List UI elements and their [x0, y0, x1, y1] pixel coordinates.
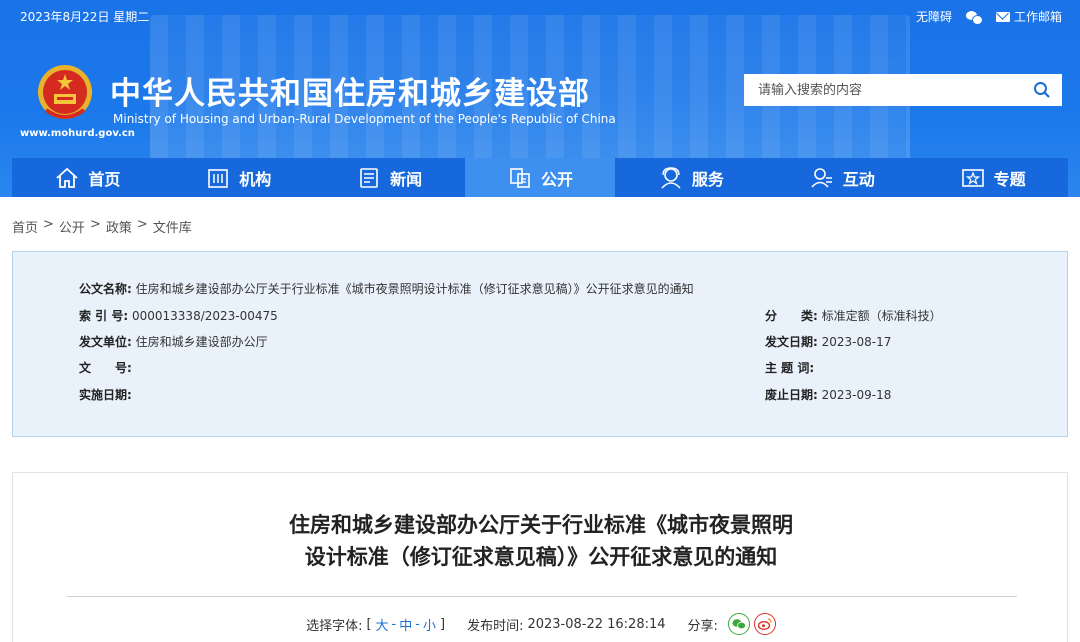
font-size-separator-1: -	[391, 616, 397, 632]
article-divider	[67, 596, 1017, 597]
search-icon	[1034, 82, 1050, 98]
breadcrumb: 首页 > 公开 > 政策 > 文件库	[12, 217, 192, 236]
search-button[interactable]	[1022, 74, 1062, 106]
service-icon	[661, 166, 681, 189]
publish-time-label: 发布时间:	[467, 618, 524, 634]
nav-item-topic[interactable]: 专题	[917, 158, 1068, 197]
info-doc-number: 文 号:	[79, 359, 132, 376]
nav-label-topic: 专题	[993, 169, 1026, 189]
site-url: www.mohurd.gov.cn	[20, 128, 135, 139]
wechat-share-icon	[732, 619, 746, 630]
article-title: 住房和城乡建设部办公厅关于行业标准《城市夜景照明 设计标准（修订征求意见稿）》公…	[13, 509, 1069, 573]
issue-date-label: 发文日期:	[765, 335, 818, 349]
nav-item-news[interactable]: 新闻	[314, 158, 465, 197]
keywords-label: 主 题 词:	[765, 361, 815, 375]
doc-name-label: 公文名称:	[79, 282, 132, 296]
issuer-label: 发文单位:	[79, 335, 132, 349]
site-subtitle-english: Ministry of Housing and Urban-Rural Deve…	[113, 112, 616, 126]
nav-label-home: 首页	[88, 169, 121, 189]
issuer-value: 住房和城乡建设部办公厅	[135, 335, 268, 349]
nav-label-service: 服务	[691, 169, 724, 189]
article-meta: 选择字体: [ 大 - 中 - 小 ] 发布时间: 2023-08-22 16:…	[13, 613, 1069, 635]
home-icon	[56, 167, 79, 188]
breadcrumb-file-library[interactable]: 文件库	[153, 217, 192, 236]
nav-item-public[interactable]: 公开	[464, 158, 616, 197]
article-title-line2: 设计标准（修订征求意见稿）》公开征求意见的通知	[304, 545, 778, 569]
category-value: 标准定额（标准科技）	[821, 309, 942, 323]
expire-date-label: 废止日期:	[765, 388, 818, 402]
nav-label-public: 公开	[541, 169, 574, 189]
nav-item-service[interactable]: 服务	[615, 158, 766, 197]
nav-label-organization: 机构	[239, 169, 272, 189]
info-effective-date: 实施日期:	[79, 386, 132, 403]
info-expire-date: 废止日期: 2023-09-18	[765, 386, 891, 403]
national-emblem-logo	[38, 65, 92, 119]
issue-date-value: 2023-08-17	[821, 335, 892, 349]
share-wechat-button[interactable]	[727, 613, 750, 635]
font-size-separator-2: -	[415, 616, 420, 632]
weibo-share-icon	[757, 618, 772, 630]
font-size-small-button[interactable]: 小	[423, 615, 436, 634]
share-weibo-button[interactable]	[753, 613, 776, 635]
topic-icon	[961, 168, 984, 187]
effective-date-label: 实施日期:	[79, 388, 132, 402]
accessibility-label: 无障碍	[915, 10, 952, 24]
expire-date-value: 2023-09-18	[821, 388, 892, 402]
article-card: 住房和城乡建设部办公厅关于行业标准《城市夜景照明 设计标准（修订征求意见稿）》公…	[12, 472, 1068, 642]
font-size-open-bracket: [	[366, 616, 372, 632]
share-label: 分享:	[687, 618, 718, 634]
work-email-label: 工作邮箱	[1013, 10, 1062, 24]
accessibility-link[interactable]: 无障碍	[916, 8, 952, 25]
index-label: 索 引 号:	[79, 309, 129, 323]
search-input[interactable]	[744, 74, 1022, 106]
breadcrumb-home[interactable]: 首页	[12, 217, 38, 236]
interact-icon	[811, 167, 832, 188]
site-title: 中华人民共和国住房和城乡建设部	[110, 76, 590, 112]
main-nav: 首页 机构 新闻 公开 服务 互动 专题	[12, 158, 1068, 197]
info-issue-date: 发文日期: 2023-08-17	[765, 333, 891, 350]
info-keywords: 主 题 词:	[765, 359, 814, 376]
wechat-link[interactable]	[965, 10, 983, 25]
topbar-links: 无障碍 工作邮箱	[916, 8, 1062, 25]
font-size-medium-button[interactable]: 中	[399, 615, 412, 634]
current-date: 2023年8月22日 星期二	[20, 10, 150, 24]
mail-icon	[995, 11, 1010, 22]
document-info-box: 公文名称: 住房和城乡建设部办公厅关于行业标准《城市夜景照明设计标准（修订征求意…	[12, 251, 1068, 437]
building-icon	[208, 168, 229, 188]
search-box	[744, 74, 1062, 106]
info-category: 分 类: 标准定额（标准科技）	[765, 307, 942, 324]
work-email-link[interactable]: 工作邮箱	[995, 8, 1062, 25]
nav-item-organization[interactable]: 机构	[163, 158, 314, 197]
info-doc-name: 公文名称: 住房和城乡建设部办公厅关于行业标准《城市夜景照明设计标准（修订征求意…	[79, 280, 694, 297]
nav-item-home[interactable]: 首页	[12, 158, 163, 197]
info-issuer: 发文单位: 住房和城乡建设部办公厅	[79, 333, 268, 350]
category-label: 分 类:	[765, 309, 818, 323]
nav-label-news: 新闻	[390, 169, 423, 189]
doc-name-value: 住房和城乡建设部办公厅关于行业标准《城市夜景照明设计标准（修订征求意见稿）》公开…	[135, 282, 694, 296]
public-icon	[510, 167, 530, 188]
info-index: 索 引 号: 000013338/2023-00475	[79, 307, 278, 324]
nav-item-interact[interactable]: 互动	[766, 158, 917, 197]
article-title-line1: 住房和城乡建设部办公厅关于行业标准《城市夜景照明	[289, 513, 793, 537]
breadcrumb-policy[interactable]: 政策	[106, 217, 132, 236]
font-size-label: 选择字体:	[306, 618, 363, 634]
doc-number-label: 文 号:	[79, 361, 132, 375]
wechat-icon	[965, 10, 983, 25]
breadcrumb-public[interactable]: 公开	[59, 217, 85, 236]
font-size-close-bracket: ]	[439, 616, 446, 632]
index-value: 000013338/2023-00475	[131, 309, 278, 323]
font-size-large-button[interactable]: 大	[376, 615, 389, 634]
news-icon	[360, 167, 378, 188]
publish-time-value: 2023-08-22 16:28:14	[527, 616, 666, 632]
nav-label-interact: 互动	[842, 169, 875, 189]
